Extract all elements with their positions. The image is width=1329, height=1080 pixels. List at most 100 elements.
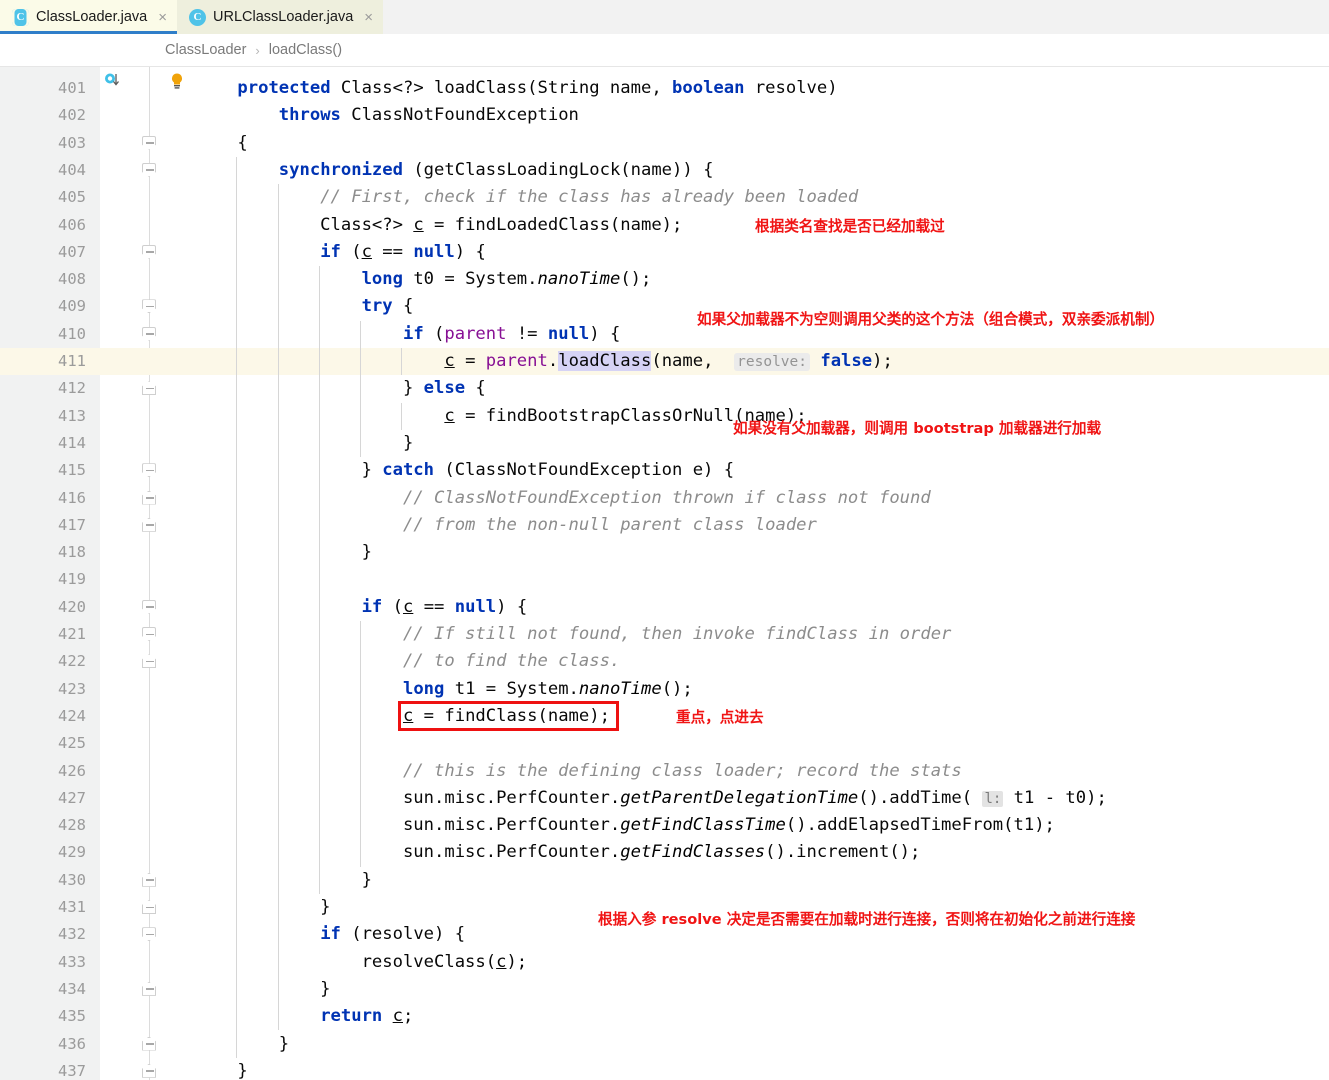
code-text[interactable]: }	[196, 867, 372, 894]
code-line[interactable]: 403 {	[0, 130, 1329, 157]
line-number: 434	[58, 979, 86, 998]
tab-classloader-java[interactable]: C ClassLoader.java ×	[0, 0, 178, 34]
code-text[interactable]: if (c == null) {	[196, 594, 528, 621]
code-line[interactable]: 434 }	[0, 976, 1329, 1003]
code-line[interactable]: 420 if (c == null) {	[0, 594, 1329, 621]
code-text[interactable]: }	[196, 1058, 247, 1080]
indent-guide	[401, 402, 403, 430]
code-text[interactable]: Class<?> c = findLoadedClass(name);	[196, 212, 682, 239]
code-text[interactable]: if (parent != null) {	[196, 321, 620, 348]
line-number: 409	[58, 297, 86, 316]
code-text[interactable]: c = findClass(name);	[196, 703, 610, 730]
code-line[interactable]: 419	[0, 566, 1329, 593]
code-text[interactable]: sun.misc.PerfCounter.getFindClassTime().…	[196, 812, 1055, 839]
line-number: 428	[58, 816, 86, 835]
code-text[interactable]: } else {	[196, 375, 486, 402]
code-line[interactable]: 416 // ClassNotFoundException thrown if …	[0, 485, 1329, 512]
code-text[interactable]: // ClassNotFoundException thrown if clas…	[196, 485, 931, 512]
code-line[interactable]: 401 protected Class<?> loadClass(String …	[0, 75, 1329, 102]
code-line[interactable]: 421 // If still not found, then invoke f…	[0, 621, 1329, 648]
code-text[interactable]: // from the non-null parent class loader	[196, 512, 817, 539]
code-editor[interactable]: 401 protected Class<?> loadClass(String …	[0, 67, 1329, 1080]
code-line[interactable]: 413 c = findBootstrapClassOrNull(name);	[0, 403, 1329, 430]
line-number: 421	[58, 625, 86, 643]
code-line[interactable]: 436 }	[0, 1031, 1329, 1058]
line-number: 418	[58, 543, 86, 562]
editor-tab-bar: C ClassLoader.java × C URLClassLoader.ja…	[0, 0, 1329, 34]
indent-guide	[277, 948, 279, 976]
code-text[interactable]: sun.misc.PerfCounter.getFindClasses().in…	[196, 839, 920, 866]
code-text[interactable]: protected Class<?> loadClass(String name…	[196, 75, 837, 102]
code-line[interactable]: 412 } else {	[0, 375, 1329, 402]
code-line[interactable]: 414 }	[0, 430, 1329, 457]
code-text[interactable]: long t0 = System.nanoTime();	[196, 266, 652, 293]
code-line[interactable]: 411 c = parent.loadClass(name, resolve: …	[0, 348, 1329, 376]
indent-guide	[277, 184, 279, 1031]
code-text[interactable]: // If still not found, then invoke findC…	[196, 621, 951, 648]
code-text[interactable]: long t1 = System.nanoTime();	[196, 676, 693, 703]
fold-dash-icon	[146, 305, 154, 308]
code-line[interactable]: 426 // this is the defining class loader…	[0, 758, 1329, 785]
code-line[interactable]: 418 }	[0, 539, 1329, 566]
code-text[interactable]: sun.misc.PerfCounter.getParentDelegation…	[196, 785, 1107, 813]
code-line[interactable]: 407 if (c == null) {	[0, 239, 1329, 266]
code-text[interactable]: {	[196, 130, 247, 157]
code-text[interactable]: throws ClassNotFoundException	[196, 102, 579, 129]
code-text[interactable]: }	[196, 976, 330, 1003]
line-number: 424	[58, 706, 86, 725]
code-text[interactable]: }	[196, 894, 330, 921]
line-number: 408	[58, 270, 86, 289]
code-text[interactable]: c = findBootstrapClassOrNull(name);	[196, 403, 806, 430]
breadcrumb-item-loadclass[interactable]: loadClass()	[269, 42, 342, 58]
code-line[interactable]: 437 }	[0, 1058, 1329, 1080]
code-text[interactable]: }	[196, 1031, 289, 1058]
fold-dash-icon	[146, 906, 154, 908]
code-line[interactable]: 415 } catch (ClassNotFoundException e) {	[0, 457, 1329, 484]
code-line[interactable]: 404 synchronized (getClassLoadingLock(na…	[0, 157, 1329, 184]
code-line[interactable]: 405 // First, check if the class has alr…	[0, 184, 1329, 211]
breadcrumb-item-classloader[interactable]: ClassLoader	[165, 42, 246, 58]
code-line[interactable]: 429 sun.misc.PerfCounter.getFindClasses(…	[0, 839, 1329, 866]
code-text[interactable]: // this is the defining class loader; re…	[196, 758, 962, 785]
fold-dash-icon	[146, 933, 154, 936]
code-line[interactable]: 417 // from the non-null parent class lo…	[0, 512, 1329, 539]
line-number: 435	[58, 1007, 86, 1026]
tab-urlclassloader-java[interactable]: C URLClassLoader.java ×	[177, 0, 384, 34]
code-line[interactable]: 424 c = findClass(name);	[0, 703, 1329, 730]
code-text[interactable]: }	[196, 430, 413, 457]
code-line[interactable]: 435 return c;	[0, 1003, 1329, 1030]
code-text[interactable]: if (c == null) {	[196, 239, 486, 266]
close-icon[interactable]: ×	[158, 10, 167, 25]
line-number: 431	[58, 898, 86, 916]
code-line[interactable]: 430 }	[0, 867, 1329, 894]
code-line[interactable]: 425	[0, 730, 1329, 757]
code-line[interactable]: 402 throws ClassNotFoundException	[0, 102, 1329, 129]
fold-dash-icon	[146, 469, 154, 472]
code-line[interactable]: 406 Class<?> c = findLoadedClass(name);	[0, 212, 1329, 239]
close-icon[interactable]: ×	[364, 10, 373, 25]
line-number: 413	[58, 406, 86, 425]
indent-guide	[318, 266, 320, 894]
code-line[interactable]: 423 long t1 = System.nanoTime();	[0, 676, 1329, 703]
fold-dash-icon	[146, 169, 154, 171]
line-number: 410	[58, 324, 86, 343]
code-text[interactable]: synchronized (getClassLoadingLock(name))…	[196, 157, 714, 184]
line-number: 426	[58, 761, 86, 780]
code-line[interactable]: 427 sun.misc.PerfCounter.getParentDelega…	[0, 785, 1329, 812]
java-class-icon: C	[12, 8, 29, 26]
code-text[interactable]: }	[196, 539, 372, 566]
line-number: 415	[58, 461, 86, 480]
code-text[interactable]: return c;	[196, 1003, 413, 1030]
code-line[interactable]: 422 // to find the class.	[0, 648, 1329, 675]
code-text[interactable]: // First, check if the class has already…	[196, 184, 858, 211]
code-text[interactable]: resolveClass(c);	[196, 949, 528, 976]
fold-dash-icon	[146, 524, 154, 526]
code-line[interactable]: 408 long t0 = System.nanoTime();	[0, 266, 1329, 293]
code-line[interactable]: 428 sun.misc.PerfCounter.getFindClassTim…	[0, 812, 1329, 839]
fold-dash-icon	[146, 497, 154, 499]
code-text[interactable]: c = parent.loadClass(name, resolve: fals…	[196, 348, 893, 376]
line-number: 423	[58, 679, 86, 698]
code-text[interactable]: // to find the class.	[196, 648, 620, 675]
code-line[interactable]: 433 resolveClass(c);	[0, 949, 1329, 976]
code-text[interactable]: try {	[196, 293, 414, 320]
